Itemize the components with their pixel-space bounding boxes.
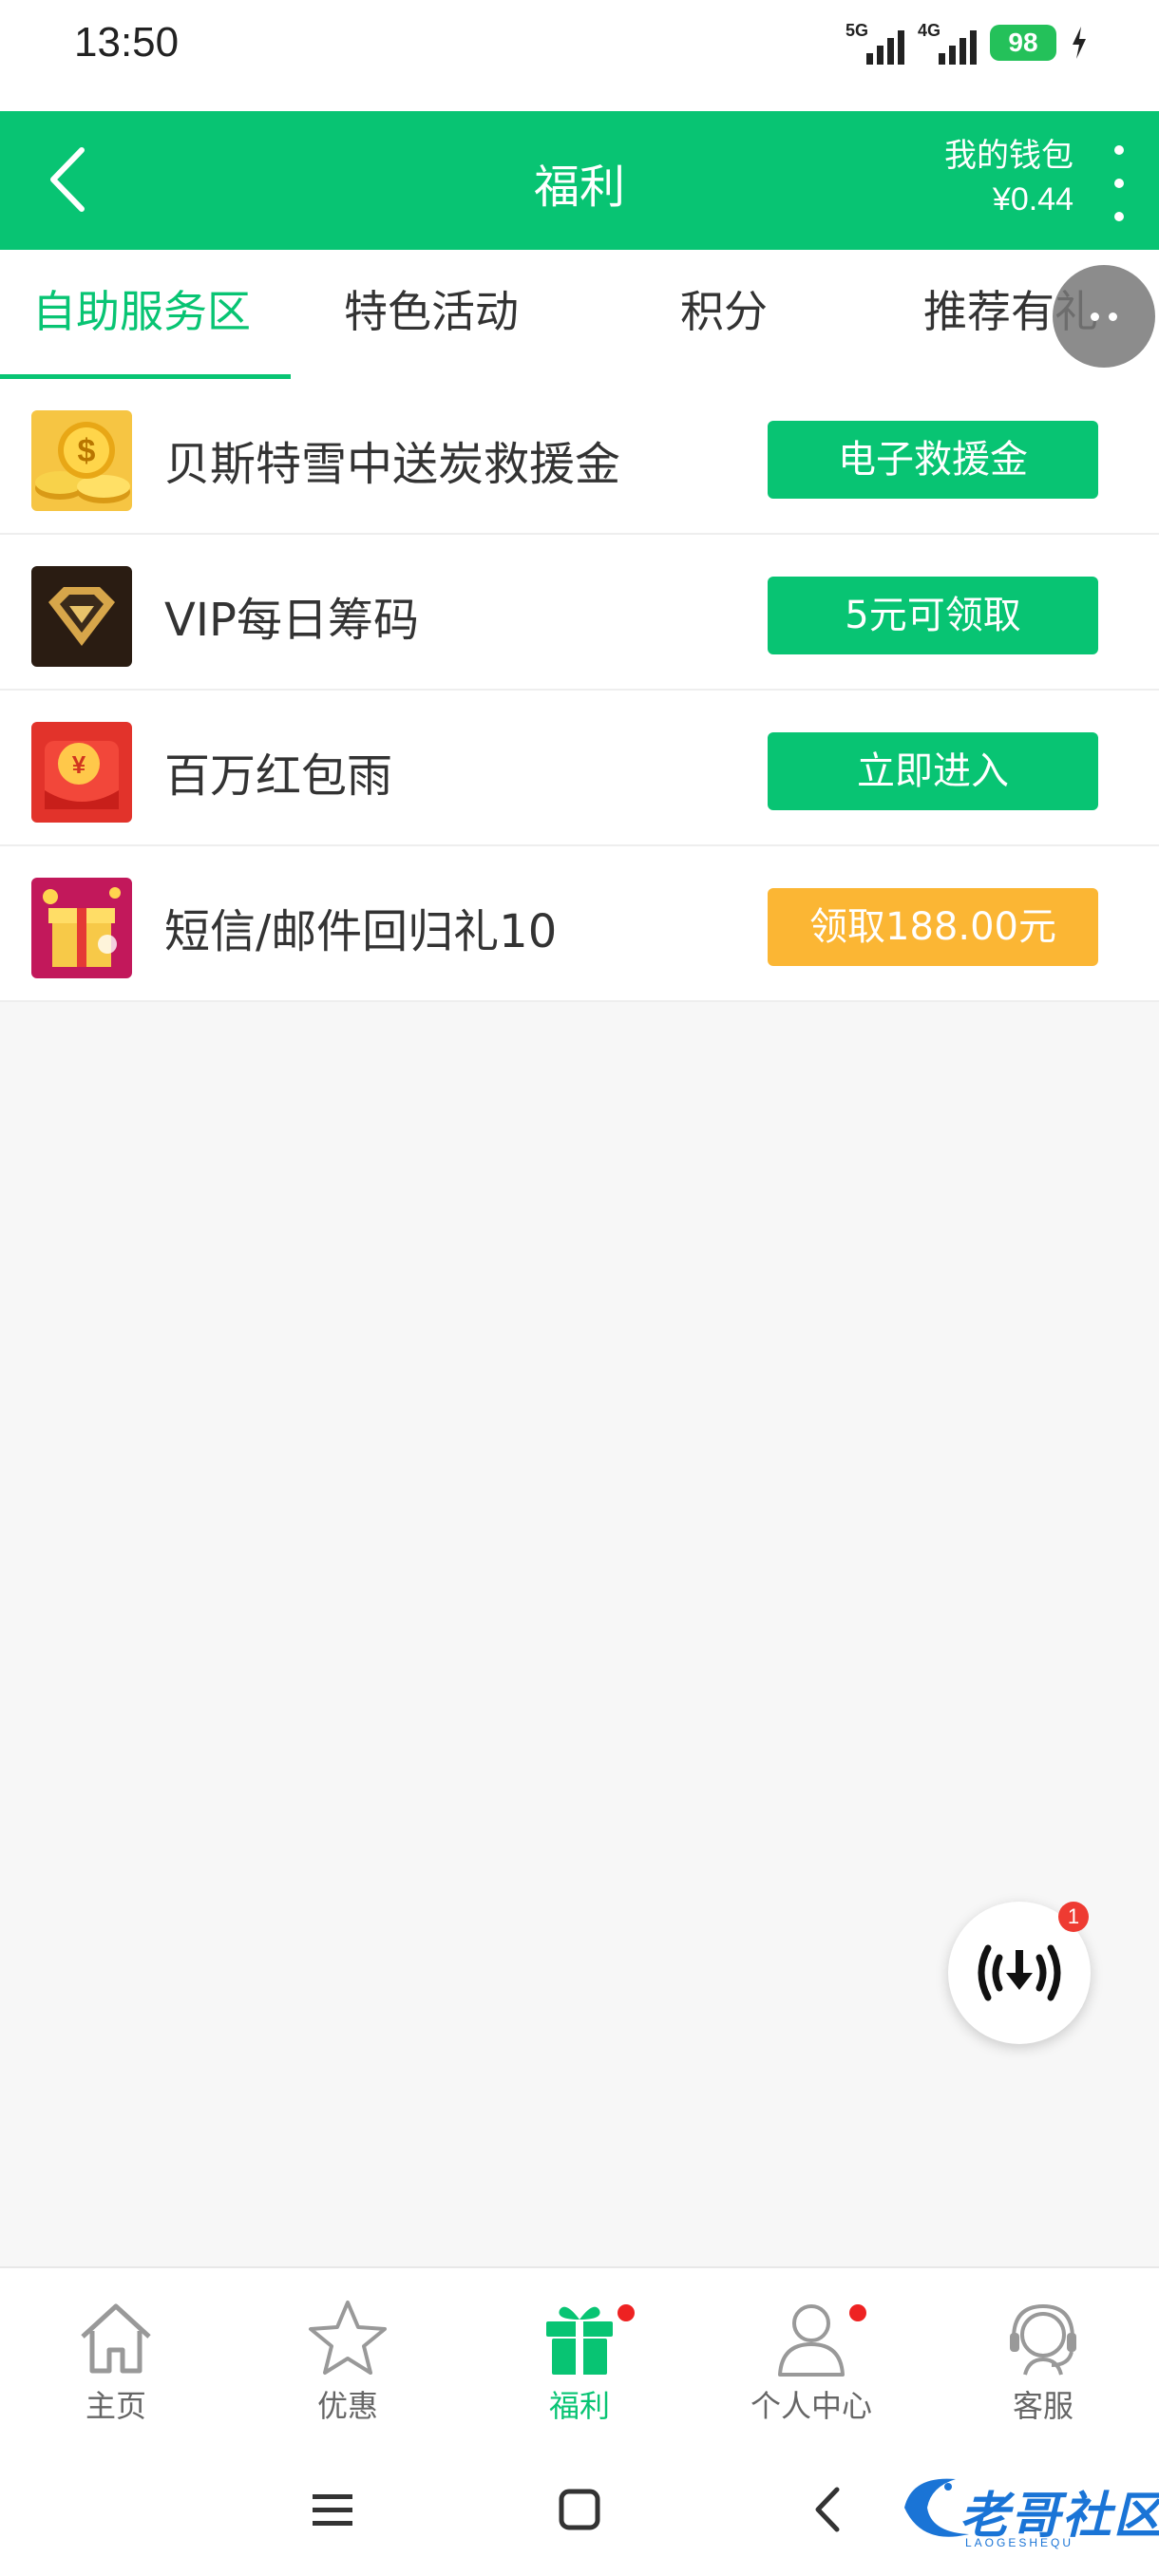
nav-profile[interactable]: 个人中心 bbox=[735, 2297, 887, 2430]
more-options-button[interactable] bbox=[1108, 145, 1130, 221]
system-back-button[interactable] bbox=[788, 2472, 864, 2548]
signal-5g-icon: 5G bbox=[846, 21, 904, 65]
menu-icon bbox=[313, 2494, 352, 2526]
gold-coins-icon: $ bbox=[31, 410, 132, 511]
nav-label: 优惠 bbox=[316, 2388, 378, 2424]
user-icon bbox=[778, 2304, 845, 2377]
list-item: VIP每日筹码 5元可领取 bbox=[0, 535, 1159, 691]
notification-dot bbox=[618, 2304, 635, 2321]
recent-apps-button[interactable] bbox=[294, 2472, 370, 2548]
svg-text:$: $ bbox=[78, 433, 96, 469]
status-icons: 5G 4G 98 bbox=[846, 21, 1089, 65]
list-item: 短信/邮件回归礼10 领取188.00元 bbox=[0, 846, 1159, 1002]
nav-label: 客服 bbox=[1012, 2388, 1074, 2424]
item-action-button[interactable]: 立即进入 bbox=[768, 732, 1098, 810]
item-title: 贝斯特雪中送炭救援金 bbox=[164, 438, 621, 491]
tab-featured-events[interactable]: 特色活动 bbox=[344, 250, 519, 379]
star-icon bbox=[309, 2301, 387, 2375]
home-button[interactable] bbox=[542, 2472, 618, 2548]
status-bar: 13:50 5G 4G 98 bbox=[0, 0, 1159, 111]
vip-diamond-icon bbox=[31, 566, 132, 667]
item-title: 百万红包雨 bbox=[164, 749, 393, 803]
tab-self-service[interactable]: 自助服务区 bbox=[32, 250, 251, 379]
item-title: 短信/邮件回归礼10 bbox=[164, 905, 558, 958]
item-action-button[interactable]: 领取188.00元 bbox=[768, 888, 1098, 966]
dot-icon bbox=[1109, 312, 1117, 321]
list-item: $ 贝斯特雪中送炭救援金 电子救援金 bbox=[0, 379, 1159, 535]
dot-icon bbox=[1114, 212, 1124, 221]
status-time: 13:50 bbox=[74, 19, 180, 66]
tab-points[interactable]: 积分 bbox=[680, 250, 768, 379]
signal-4g-icon: 4G bbox=[918, 21, 977, 65]
tab-overflow-button[interactable] bbox=[1053, 265, 1155, 368]
nav-home[interactable]: 主页 bbox=[40, 2297, 192, 2430]
nav-label: 主页 bbox=[85, 2388, 146, 2424]
gift-box-icon bbox=[31, 878, 132, 978]
welfare-list: $ 贝斯特雪中送炭救援金 电子救援金 VIP每日筹码 5元可领取 ¥ 百万红包雨… bbox=[0, 379, 1159, 1002]
charging-icon bbox=[1073, 27, 1086, 59]
square-icon bbox=[559, 2489, 600, 2530]
notification-badge: 1 bbox=[1058, 1902, 1089, 1932]
headset-icon bbox=[1010, 2303, 1076, 2376]
svg-text:¥: ¥ bbox=[72, 750, 86, 779]
network-type-label: 4G bbox=[918, 21, 941, 40]
gift-icon bbox=[546, 2306, 613, 2375]
item-action-button[interactable]: 5元可领取 bbox=[768, 577, 1098, 654]
network-type-label: 5G bbox=[846, 21, 869, 40]
list-item: ¥ 百万红包雨 立即进入 bbox=[0, 691, 1159, 846]
wallet-amount: ¥0.44 bbox=[992, 181, 1074, 218]
dot-icon bbox=[1114, 179, 1124, 188]
red-envelope-icon: ¥ bbox=[31, 722, 132, 823]
download-broadcast-icon bbox=[978, 1944, 1061, 2001]
home-icon bbox=[81, 2303, 151, 2374]
notification-dot bbox=[849, 2304, 866, 2321]
wallet-summary[interactable]: 我的钱包 ¥0.44 bbox=[944, 134, 1074, 221]
wallet-label: 我的钱包 bbox=[944, 137, 1074, 175]
chevron-left-icon bbox=[815, 2487, 840, 2532]
bottom-navigation: 主页 优惠 福利 个人中心 客服 bbox=[0, 2266, 1159, 2443]
item-action-button[interactable]: 电子救援金 bbox=[768, 421, 1098, 499]
nav-label: 福利 bbox=[548, 2388, 610, 2424]
nav-offers[interactable]: 优惠 bbox=[272, 2297, 424, 2430]
nav-welfare[interactable]: 福利 bbox=[504, 2297, 656, 2430]
tab-bar: 自助服务区 特色活动 积分 推荐有礼 bbox=[0, 250, 1159, 379]
battery-icon: 98 bbox=[990, 25, 1056, 61]
nav-customer-service[interactable]: 客服 bbox=[967, 2297, 1119, 2430]
nav-label: 个人中心 bbox=[750, 2388, 872, 2424]
item-title: VIP每日筹码 bbox=[164, 594, 419, 647]
dot-icon bbox=[1114, 145, 1124, 155]
watermark-subtext: LAOGESHEQU bbox=[965, 2536, 1074, 2549]
dot-icon bbox=[1091, 312, 1099, 321]
app-header: 福利 我的钱包 ¥0.44 bbox=[0, 111, 1159, 250]
